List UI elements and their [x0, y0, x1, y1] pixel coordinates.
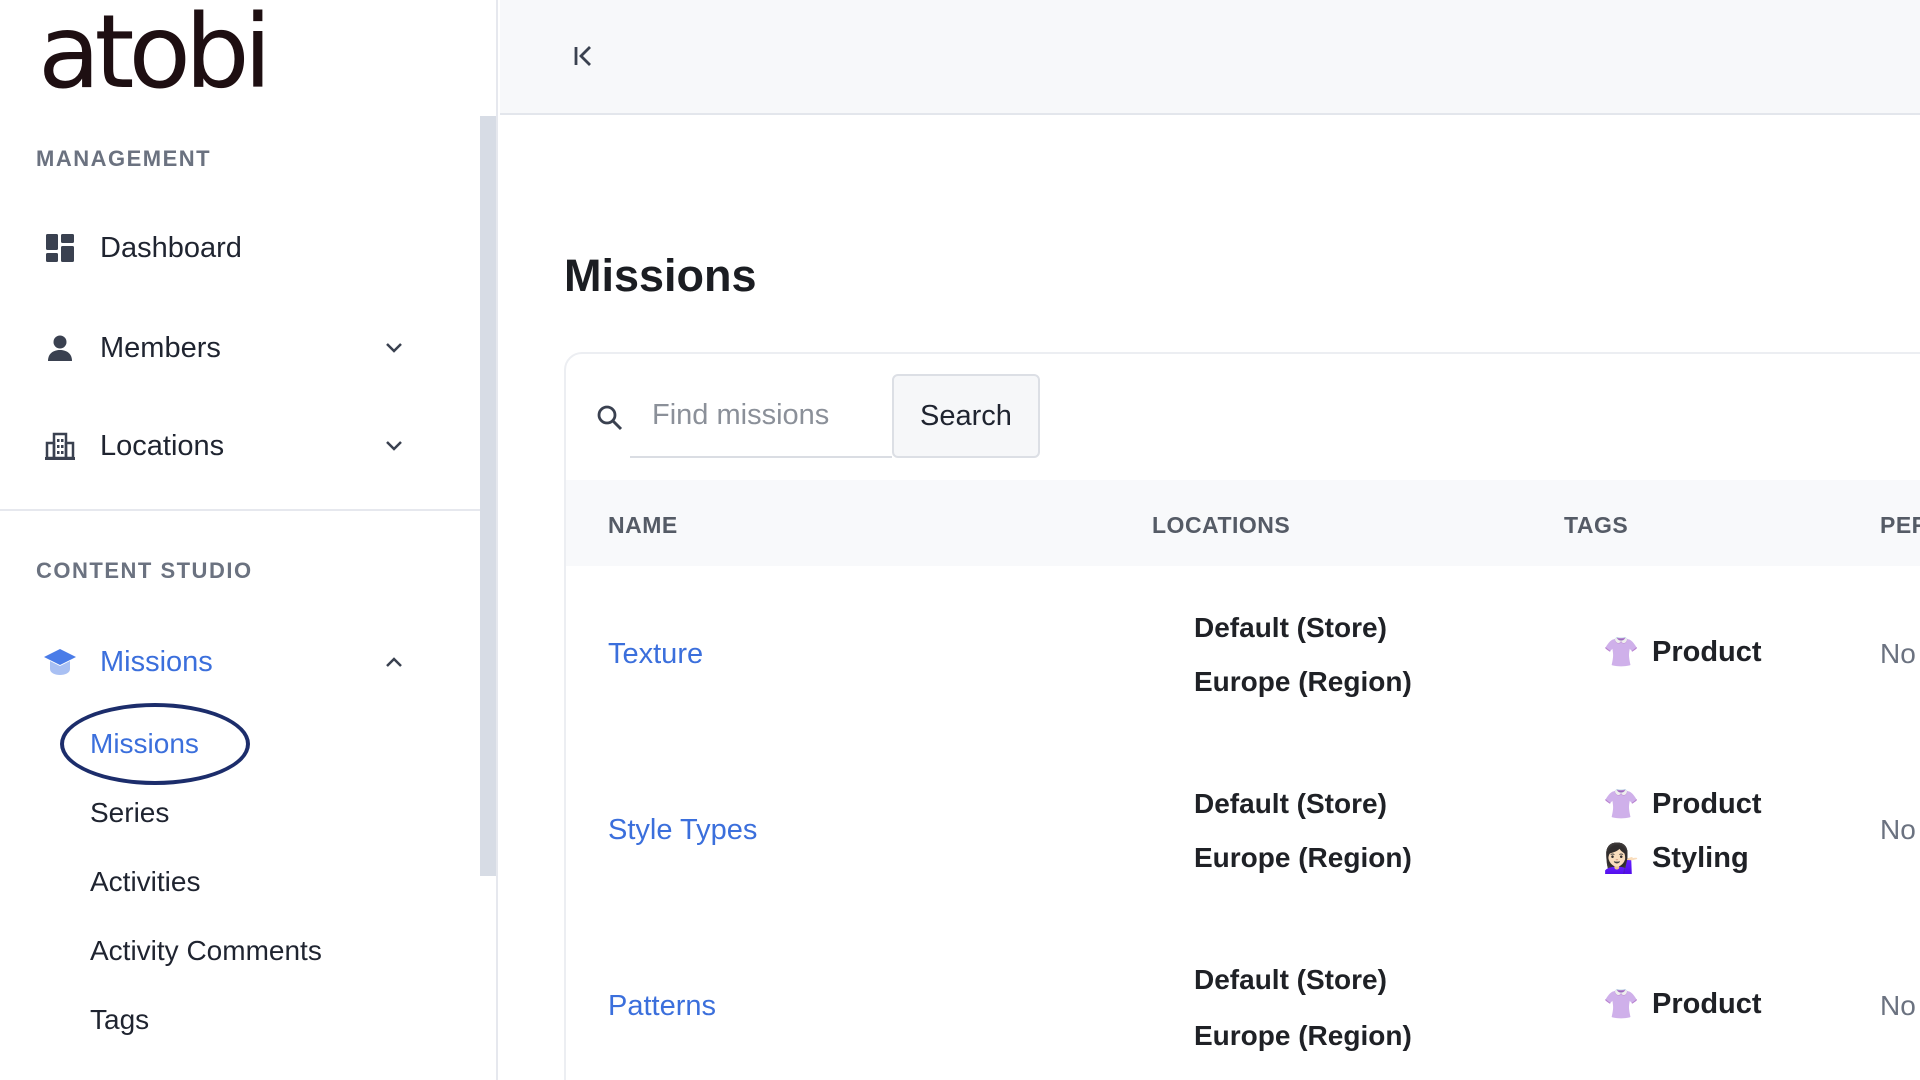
atobi-logo[interactable]: atobi — [38, 2, 272, 104]
location-text: Default (Store) — [1194, 964, 1387, 995]
chevron-up-icon[interactable] — [380, 648, 408, 676]
person-tipping-hand-icon: 💁🏻‍♀️ — [1602, 842, 1640, 875]
column-header-name[interactable]: NAME — [608, 512, 678, 539]
location-text: Default (Store) — [1194, 788, 1387, 819]
building-icon — [42, 428, 78, 464]
tag-product: 👚 Product — [1602, 988, 1762, 1021]
page-title: Missions — [564, 250, 757, 301]
sidebar-item-dashboard[interactable]: Dashboard — [42, 220, 432, 276]
table-row[interactable]: Texture Default (Store) Europe (Region) … — [566, 590, 1920, 766]
table-header: NAME LOCATIONS TAGS PER — [566, 480, 1920, 566]
search-button[interactable]: Search — [892, 374, 1040, 458]
shirt-icon: 👚 — [1602, 988, 1640, 1021]
sidebar-item-label: Missions — [100, 645, 213, 678]
sidebar-subitem-activities[interactable]: Activities — [90, 866, 200, 898]
column-header-per[interactable]: PER — [1880, 512, 1920, 539]
sidebar-subitem-tags[interactable]: Tags — [90, 1004, 149, 1036]
column-header-tags[interactable]: TAGS — [1564, 512, 1628, 539]
mission-name-link[interactable]: Style Types — [608, 814, 757, 847]
sidebar-item-label: Locations — [100, 429, 225, 462]
graduation-cap-icon — [42, 644, 78, 680]
section-label-management: MANAGEMENT — [36, 146, 212, 171]
tag-product: 👚 Product — [1602, 636, 1762, 669]
tag-label: Product — [1652, 636, 1762, 668]
tag-styling: 💁🏻‍♀️ Styling — [1602, 842, 1749, 875]
section-label-content-studio: CONTENT STUDIO — [36, 558, 253, 583]
search-input[interactable] — [630, 374, 892, 458]
missions-table-card: Search NAME LOCATIONS TAGS PER Texture D… — [564, 352, 1920, 1080]
mission-name-link[interactable]: Texture — [608, 638, 703, 671]
tag-label: Styling — [1652, 842, 1749, 874]
location-text: Europe (Region) — [1194, 842, 1412, 873]
location-text: Default (Store) — [1194, 612, 1387, 643]
sidebar-item-locations[interactable]: Locations — [42, 418, 432, 474]
sidebar-item-label: Dashboard — [100, 231, 242, 264]
per-cell: No — [1880, 990, 1916, 1021]
sidebar-item-members[interactable]: Members — [42, 320, 432, 376]
per-cell: No — [1880, 638, 1916, 669]
collapse-sidebar-icon[interactable] — [566, 38, 602, 74]
sidebar-scrollbar[interactable] — [480, 116, 496, 876]
sidebar: atobi MANAGEMENT Dashboard Members Locat… — [0, 0, 498, 1080]
shirt-icon: 👚 — [1602, 636, 1640, 669]
sidebar-divider — [0, 509, 480, 511]
top-bar — [500, 0, 1920, 115]
sidebar-subitem-activity-comments[interactable]: Activity Comments — [90, 935, 322, 967]
sidebar-subitem-series[interactable]: Series — [90, 797, 169, 829]
sidebar-subitem-missions[interactable]: Missions — [90, 728, 199, 760]
search-icon — [596, 404, 626, 434]
sidebar-item-label: Members — [100, 331, 221, 364]
dashboard-icon — [42, 230, 78, 266]
tag-label: Product — [1652, 788, 1762, 820]
location-text: Europe (Region) — [1194, 1020, 1412, 1051]
table-row[interactable]: Style Types Default (Store) Europe (Regi… — [566, 766, 1920, 942]
per-cell: No — [1880, 814, 1916, 845]
location-text: Europe (Region) — [1194, 666, 1412, 697]
chevron-down-icon[interactable] — [380, 334, 408, 362]
tag-product: 👚 Product — [1602, 788, 1762, 821]
person-icon — [42, 330, 78, 366]
mission-name-link[interactable]: Patterns — [608, 990, 716, 1023]
tag-label: Product — [1652, 988, 1762, 1020]
sidebar-item-missions[interactable]: Missions — [42, 634, 432, 690]
table-row[interactable]: Patterns Default (Store) Europe (Region)… — [566, 942, 1920, 1080]
chevron-down-icon[interactable] — [380, 432, 408, 460]
column-header-locations[interactable]: LOCATIONS — [1152, 512, 1290, 539]
shirt-icon: 👚 — [1602, 788, 1640, 821]
